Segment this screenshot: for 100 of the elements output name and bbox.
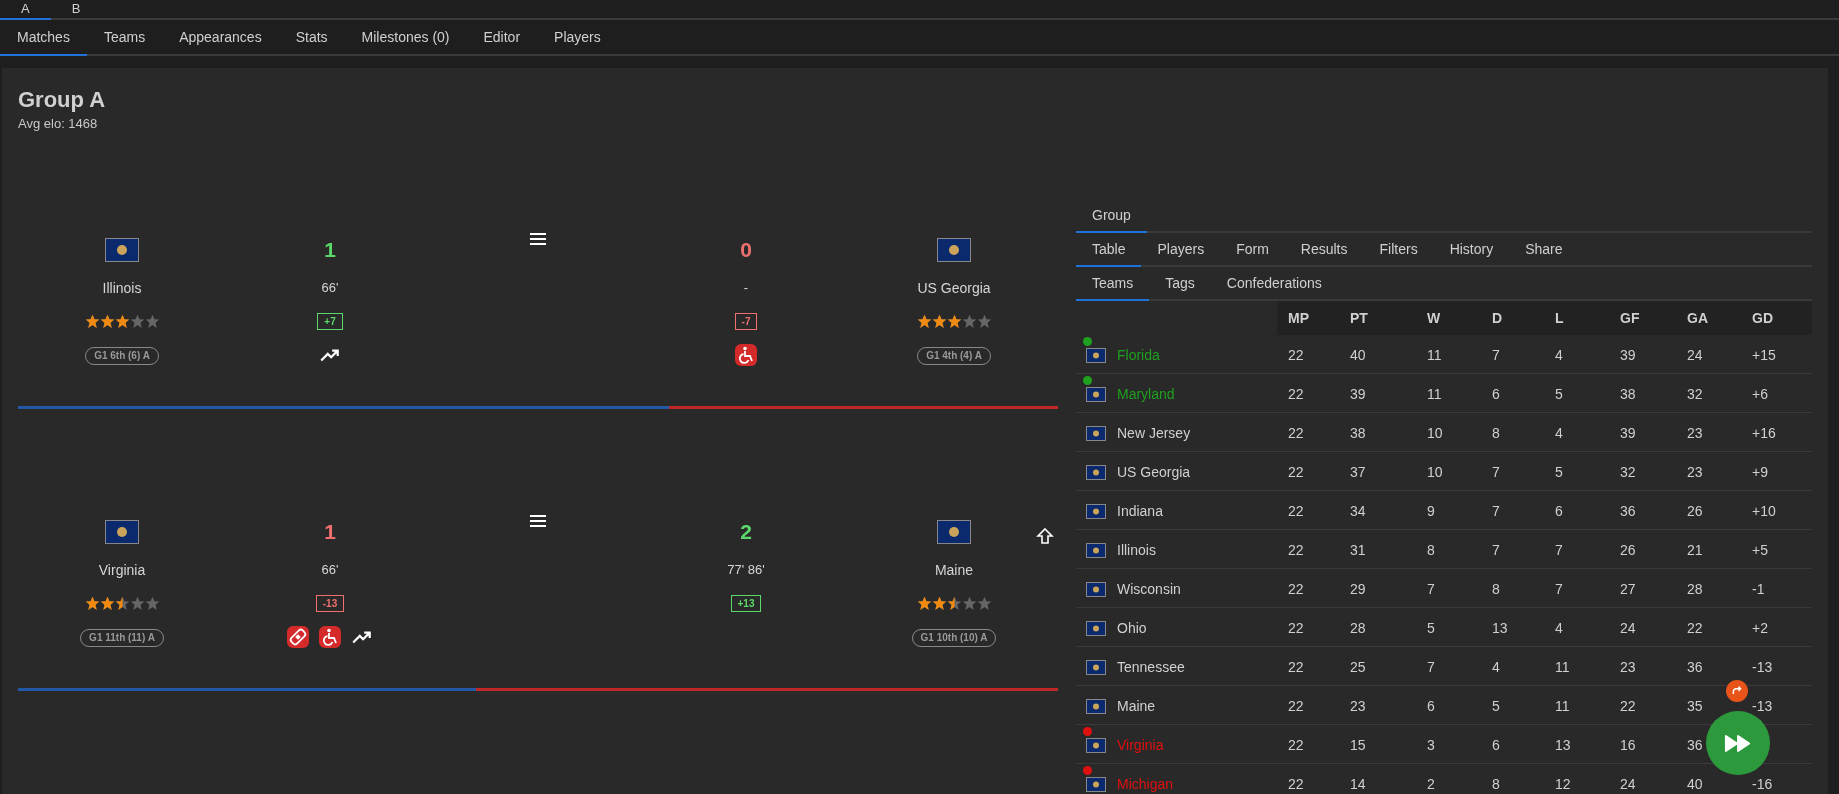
team-name[interactable]: Tennessee xyxy=(1117,659,1185,675)
table-cell: 4 xyxy=(1555,620,1563,636)
fast-forward-icon xyxy=(1724,733,1752,753)
flag-icon xyxy=(937,235,971,265)
tab[interactable]: B xyxy=(50,0,102,20)
table-cell: +2 xyxy=(1752,620,1768,636)
table-cell: 36 xyxy=(1687,737,1703,753)
table-cell: 24 xyxy=(1620,776,1636,792)
tab[interactable]: Results xyxy=(1284,233,1364,267)
table-cell: 34 xyxy=(1350,503,1366,519)
column-header[interactable]: W xyxy=(1416,301,1481,335)
table-cell: 22 xyxy=(1288,503,1304,519)
table-cell: 14 xyxy=(1350,776,1366,792)
table-cell: 6 xyxy=(1427,698,1435,714)
team-name[interactable]: Maryland xyxy=(1117,386,1175,402)
score: 2 xyxy=(740,519,752,545)
tab[interactable]: Matches xyxy=(0,20,87,56)
table-cell: 11 xyxy=(1427,347,1442,363)
group-title: Group A xyxy=(18,88,107,112)
tab[interactable]: Milestones (0) xyxy=(344,20,467,56)
table-cell: 22 xyxy=(1288,620,1304,636)
table-cell: 39 xyxy=(1620,425,1636,441)
goal-minutes: 66' xyxy=(321,561,339,579)
flag-icon xyxy=(1086,347,1106,363)
table-cell: 22 xyxy=(1288,425,1304,441)
column-header[interactable]: PT xyxy=(1339,301,1416,335)
table-cell: 22 xyxy=(1288,659,1304,675)
table-cell: 5 xyxy=(1427,620,1435,636)
tab[interactable]: Teams xyxy=(1076,267,1150,301)
wheelchair-icon xyxy=(735,344,757,366)
column-header[interactable]: GF xyxy=(1609,301,1676,335)
team-name: Virginia xyxy=(98,561,146,580)
team-name: Illinois xyxy=(102,279,142,298)
tab[interactable]: Table xyxy=(1076,233,1142,267)
team-name[interactable]: Florida xyxy=(1117,347,1160,363)
table-cell: 4 xyxy=(1555,425,1563,441)
tab[interactable]: Confederations xyxy=(1210,267,1338,301)
tab[interactable]: Tags xyxy=(1149,267,1211,301)
table-cell: 8 xyxy=(1492,425,1500,441)
table-cell: 4 xyxy=(1492,659,1500,675)
score: 1 xyxy=(324,237,336,263)
table-cell: +6 xyxy=(1752,386,1768,402)
column-header[interactable]: L xyxy=(1544,301,1609,335)
menu-icon[interactable] xyxy=(530,232,546,246)
table-cell: 3 xyxy=(1427,737,1435,753)
column-header[interactable]: D xyxy=(1481,301,1544,335)
table-cell: 29 xyxy=(1350,581,1366,597)
table-cell: +5 xyxy=(1752,542,1768,558)
table-cell: 15 xyxy=(1350,737,1366,753)
team-name[interactable]: Maine xyxy=(1117,698,1156,714)
tab[interactable]: Appearances xyxy=(162,20,279,56)
table-cell: 37 xyxy=(1350,464,1366,480)
tab[interactable]: Share xyxy=(1509,233,1579,267)
column-header[interactable]: GA xyxy=(1676,301,1741,335)
table-cell: 21 xyxy=(1687,542,1703,558)
tab[interactable]: Players xyxy=(537,20,618,56)
table-cell: 22 xyxy=(1288,737,1304,753)
team-name[interactable]: Wisconsin xyxy=(1117,581,1181,597)
team-name[interactable]: US Georgia xyxy=(1117,464,1191,480)
flag-icon xyxy=(1086,503,1106,519)
table-cell: 40 xyxy=(1687,776,1703,792)
table-cell: 7 xyxy=(1492,503,1500,519)
column-header[interactable]: GD xyxy=(1741,301,1812,335)
goal-minutes: 77' 86' xyxy=(727,561,765,579)
flag-icon xyxy=(1086,776,1106,792)
tab[interactable]: Form xyxy=(1220,233,1285,267)
menu-icon[interactable] xyxy=(530,514,546,528)
team-name[interactable]: Illinois xyxy=(1117,542,1156,558)
team-name[interactable]: Ohio xyxy=(1117,620,1147,636)
table-cell: 9 xyxy=(1427,503,1435,519)
tab[interactable]: Group xyxy=(1076,199,1147,233)
tab[interactable]: Stats xyxy=(278,20,345,56)
table-cell: 11 xyxy=(1427,386,1442,402)
tab[interactable]: Teams xyxy=(86,20,163,56)
tab[interactable]: Filters xyxy=(1363,233,1434,267)
column-header[interactable]: MP xyxy=(1277,301,1339,335)
table-cell: 5 xyxy=(1555,386,1563,402)
table-cell: 7 xyxy=(1555,542,1563,558)
table-cell: 28 xyxy=(1687,581,1703,597)
table-cell: 22 xyxy=(1288,698,1304,714)
table-cell: 23 xyxy=(1687,425,1703,441)
tab[interactable]: Players xyxy=(1141,233,1221,267)
arrow-up-icon[interactable] xyxy=(1036,527,1054,545)
table-cell: 22 xyxy=(1288,776,1304,792)
table-cell: 22 xyxy=(1288,386,1304,402)
table-cell: +9 xyxy=(1752,464,1768,480)
tab[interactable]: Editor xyxy=(466,20,538,56)
table-cell: 22 xyxy=(1288,464,1304,480)
flag-icon xyxy=(1086,464,1106,480)
team-name[interactable]: New Jersey xyxy=(1117,425,1191,441)
tab[interactable]: History xyxy=(1433,233,1510,267)
table-cell: 6 xyxy=(1492,386,1500,402)
team-name[interactable]: Indiana xyxy=(1117,503,1163,519)
tab[interactable]: A xyxy=(0,0,51,20)
table-cell: 22 xyxy=(1288,581,1304,597)
table-cell: 23 xyxy=(1687,464,1703,480)
score: 0 xyxy=(740,237,752,263)
table-cell: 39 xyxy=(1350,386,1366,402)
flag-icon xyxy=(1086,425,1106,441)
team-name: Maine xyxy=(934,561,974,580)
